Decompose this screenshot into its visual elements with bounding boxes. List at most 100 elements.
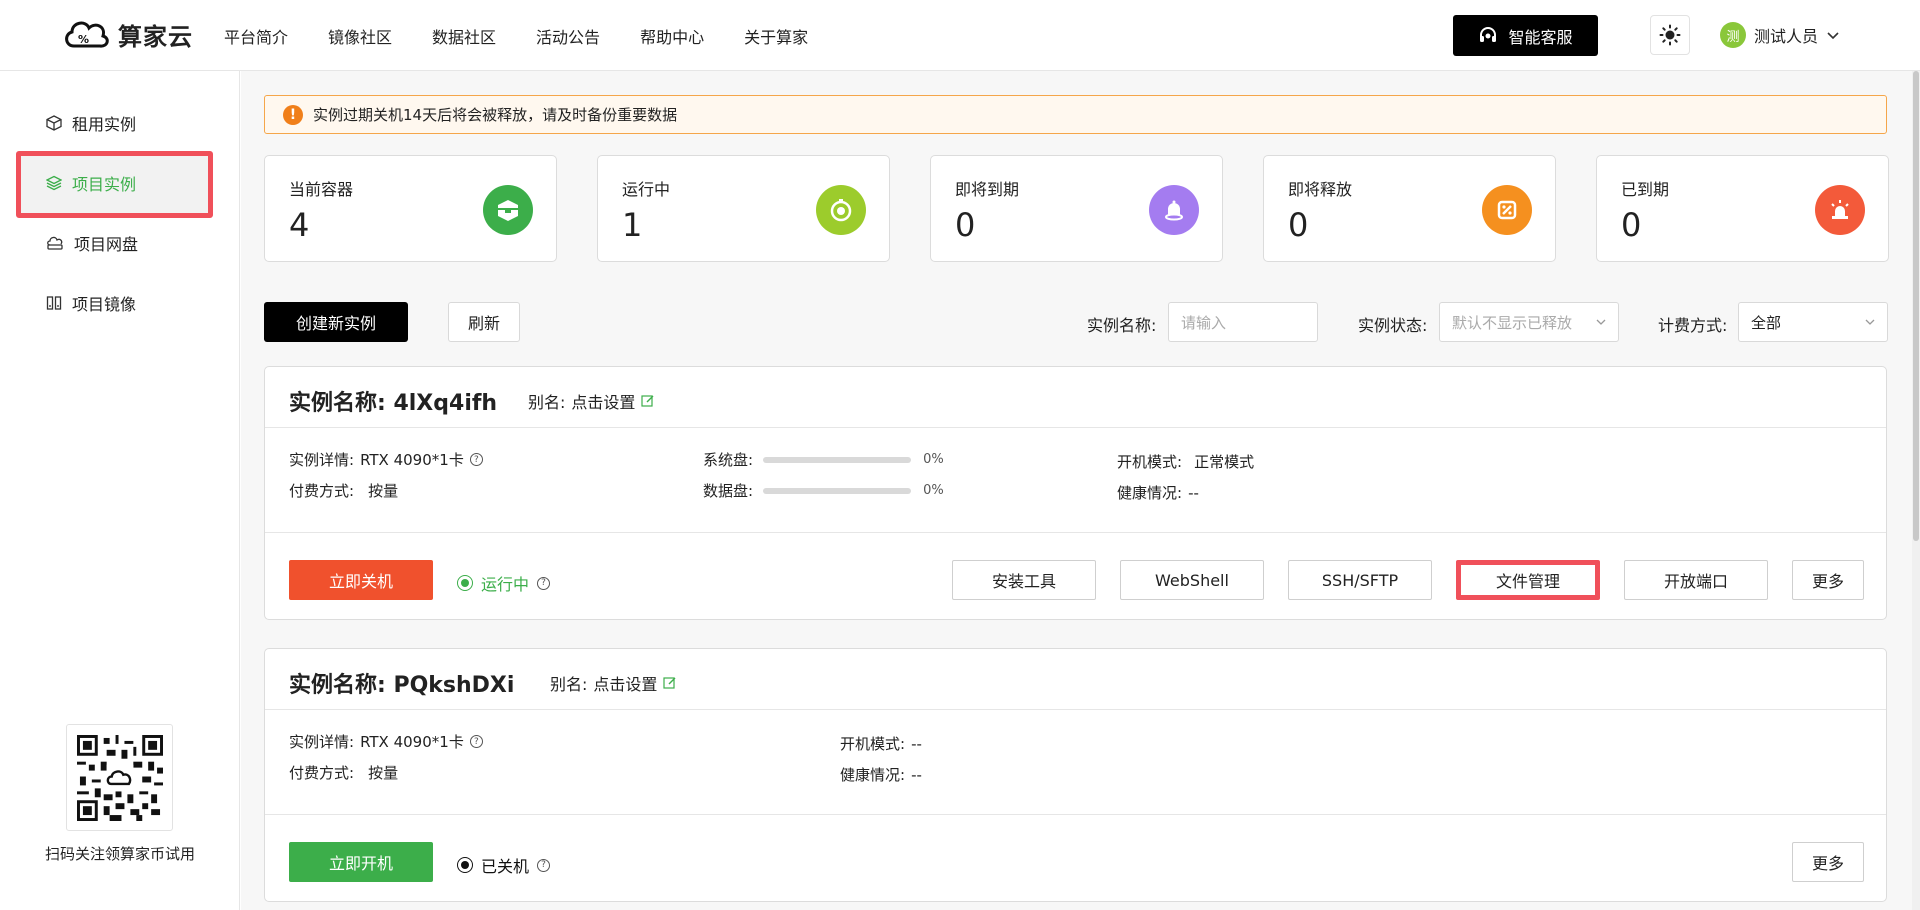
- create-instance-button[interactable]: 创建新实例: [264, 302, 408, 342]
- status-label: 已关机: [481, 857, 530, 876]
- alias-value: 点击设置: [593, 675, 658, 694]
- instance-name-input[interactable]: 请输入: [1168, 302, 1318, 342]
- more-button[interactable]: 更多: [1792, 560, 1864, 600]
- billing-label: 付费方式:: [289, 764, 355, 782]
- divider: [265, 814, 1886, 815]
- detail-value: RTX 4090*1卡: [360, 451, 464, 469]
- ssh-sftp-button[interactable]: SSH/SFTP: [1288, 560, 1432, 600]
- webshell-button[interactable]: WebShell: [1120, 560, 1264, 600]
- help-icon[interactable]: ?: [537, 858, 551, 872]
- file-manager-button[interactable]: 文件管理: [1456, 560, 1600, 600]
- instance-status-placeholder: 默认不显示已释放: [1452, 313, 1573, 332]
- health-status: 健康情况: --: [1117, 482, 1199, 503]
- sidebar-item-project-disk[interactable]: 项目网盘: [46, 228, 138, 258]
- layers-icon: [46, 175, 62, 191]
- billing-label: 付费方式:: [289, 482, 355, 500]
- health-label: 健康情况:: [1117, 484, 1183, 502]
- container-icon: [483, 185, 533, 235]
- help-icon[interactable]: ?: [469, 453, 483, 466]
- system-disk-bar: [763, 456, 912, 463]
- avatar: 测: [1720, 22, 1746, 48]
- svg-text:%: %: [78, 33, 89, 46]
- expiry-notice: ! 实例过期关机14天后将会被释放，请及时备份重要数据: [264, 95, 1887, 134]
- theme-toggle-button[interactable]: [1650, 15, 1690, 55]
- sidebar-item-project-image[interactable]: 项目镜像: [46, 288, 136, 318]
- install-tools-button[interactable]: 安装工具: [952, 560, 1096, 600]
- boot-mode: 开机模式: --: [840, 733, 922, 754]
- warning-icon: !: [283, 104, 303, 125]
- health-value: --: [911, 765, 922, 784]
- logo-text: 算家云: [118, 22, 193, 51]
- sidebar-item-label: 租用实例: [72, 115, 137, 134]
- help-icon[interactable]: ?: [469, 735, 483, 748]
- health-label: 健康情况:: [840, 766, 906, 784]
- instance-title: 实例名称: PQkshDXi: [289, 673, 515, 698]
- data-disk-label: 数据盘:: [703, 482, 754, 500]
- stat-label: 已到期: [1621, 180, 1670, 199]
- logo[interactable]: % 算家云: [62, 14, 193, 54]
- boot-mode: 开机模式: 正常模式: [1117, 451, 1254, 472]
- sidebar-item-rent-instance[interactable]: 租用实例: [46, 108, 136, 138]
- data-disk-usage: 数据盘: 0%: [703, 480, 944, 501]
- chevron-down-icon: [1827, 32, 1839, 40]
- stat-value: 0: [955, 206, 976, 244]
- chevron-down-icon: [1865, 319, 1875, 325]
- stat-value: 1: [622, 206, 643, 244]
- instance-title: 实例名称: 4lXq4ifh: [289, 391, 498, 416]
- shutdown-button[interactable]: 立即关机: [289, 560, 433, 600]
- instance-status-select[interactable]: 默认不显示已释放: [1439, 302, 1619, 342]
- nav-platform-intro[interactable]: 平台简介: [224, 24, 288, 48]
- smart-service-button[interactable]: 智能客服: [1453, 15, 1598, 56]
- edit-icon: [641, 395, 654, 407]
- stat-value: 0: [1621, 206, 1642, 244]
- refresh-button[interactable]: 刷新: [448, 302, 520, 342]
- health-value: --: [1188, 483, 1199, 502]
- running-timer-icon: [816, 185, 866, 235]
- nav-help-center[interactable]: 帮助中心: [640, 24, 704, 48]
- divider: [265, 709, 1886, 710]
- notice-text: 实例过期关机14天后将会被释放，请及时备份重要数据: [313, 106, 678, 124]
- detail-value: RTX 4090*1卡: [360, 733, 464, 751]
- running-status: 运行中 ?: [457, 571, 551, 595]
- boot-mode-label: 开机模式:: [1117, 453, 1183, 471]
- edit-icon: [663, 677, 676, 689]
- help-icon[interactable]: ?: [537, 576, 551, 590]
- stat-label: 当前容器: [289, 180, 354, 199]
- smart-service-label: 智能客服: [1508, 27, 1573, 47]
- cloud-disk-icon: [47, 236, 63, 250]
- instance-name-label: 实例名称:: [1087, 316, 1157, 335]
- scrollbar-thumb[interactable]: [1913, 71, 1919, 541]
- instance-card: 实例名称: 4lXq4ifh 别名: 点击设置 实例详情: RTX 4090*1…: [264, 366, 1887, 620]
- nav-data-community[interactable]: 数据社区: [432, 24, 496, 48]
- sidebar-item-project-instance[interactable]: 项目实例: [46, 168, 136, 198]
- stat-card-expired: 已到期 0: [1596, 155, 1889, 262]
- bell-icon: [1149, 185, 1199, 235]
- start-button[interactable]: 立即开机: [289, 842, 433, 882]
- alias-value: 点击设置: [571, 393, 636, 412]
- sidebar-item-label: 项目镜像: [72, 295, 137, 314]
- instance-detail: 实例详情: RTX 4090*1卡 ?: [289, 731, 483, 752]
- scrollbar[interactable]: [1912, 71, 1920, 910]
- stat-card-running: 运行中 1: [597, 155, 890, 262]
- qr-code: [66, 724, 173, 831]
- instance-alias[interactable]: 别名: 点击设置: [550, 671, 677, 695]
- billing-method-select[interactable]: 全部: [1738, 302, 1888, 342]
- user-menu[interactable]: 测 测试人员: [1720, 21, 1840, 49]
- stat-card-expiring-soon: 即将到期 0: [930, 155, 1223, 262]
- billing-method-label: 计费方式:: [1658, 316, 1728, 335]
- instance-alias[interactable]: 别名: 点击设置: [528, 389, 655, 413]
- nav-announcements[interactable]: 活动公告: [536, 24, 600, 48]
- nav-about[interactable]: 关于算家: [744, 24, 808, 48]
- stat-value: 4: [289, 206, 310, 244]
- billing-value: 按量: [368, 482, 399, 500]
- billing-info: 付费方式: 按量: [289, 480, 398, 501]
- nav-image-community[interactable]: 镜像社区: [328, 24, 392, 48]
- stat-card-current-containers: 当前容器 4: [264, 155, 557, 262]
- sidebar: 租用实例 项目实例 项目网盘 项目镜像 扫码关注领算家币试用: [0, 71, 240, 910]
- detail-label: 实例详情:: [289, 733, 355, 751]
- open-port-button[interactable]: 开放端口: [1624, 560, 1768, 600]
- more-button[interactable]: 更多: [1792, 842, 1864, 882]
- sidebar-item-label: 项目网盘: [74, 235, 139, 254]
- user-name: 测试人员: [1754, 27, 1819, 46]
- alias-label: 别名:: [528, 393, 566, 412]
